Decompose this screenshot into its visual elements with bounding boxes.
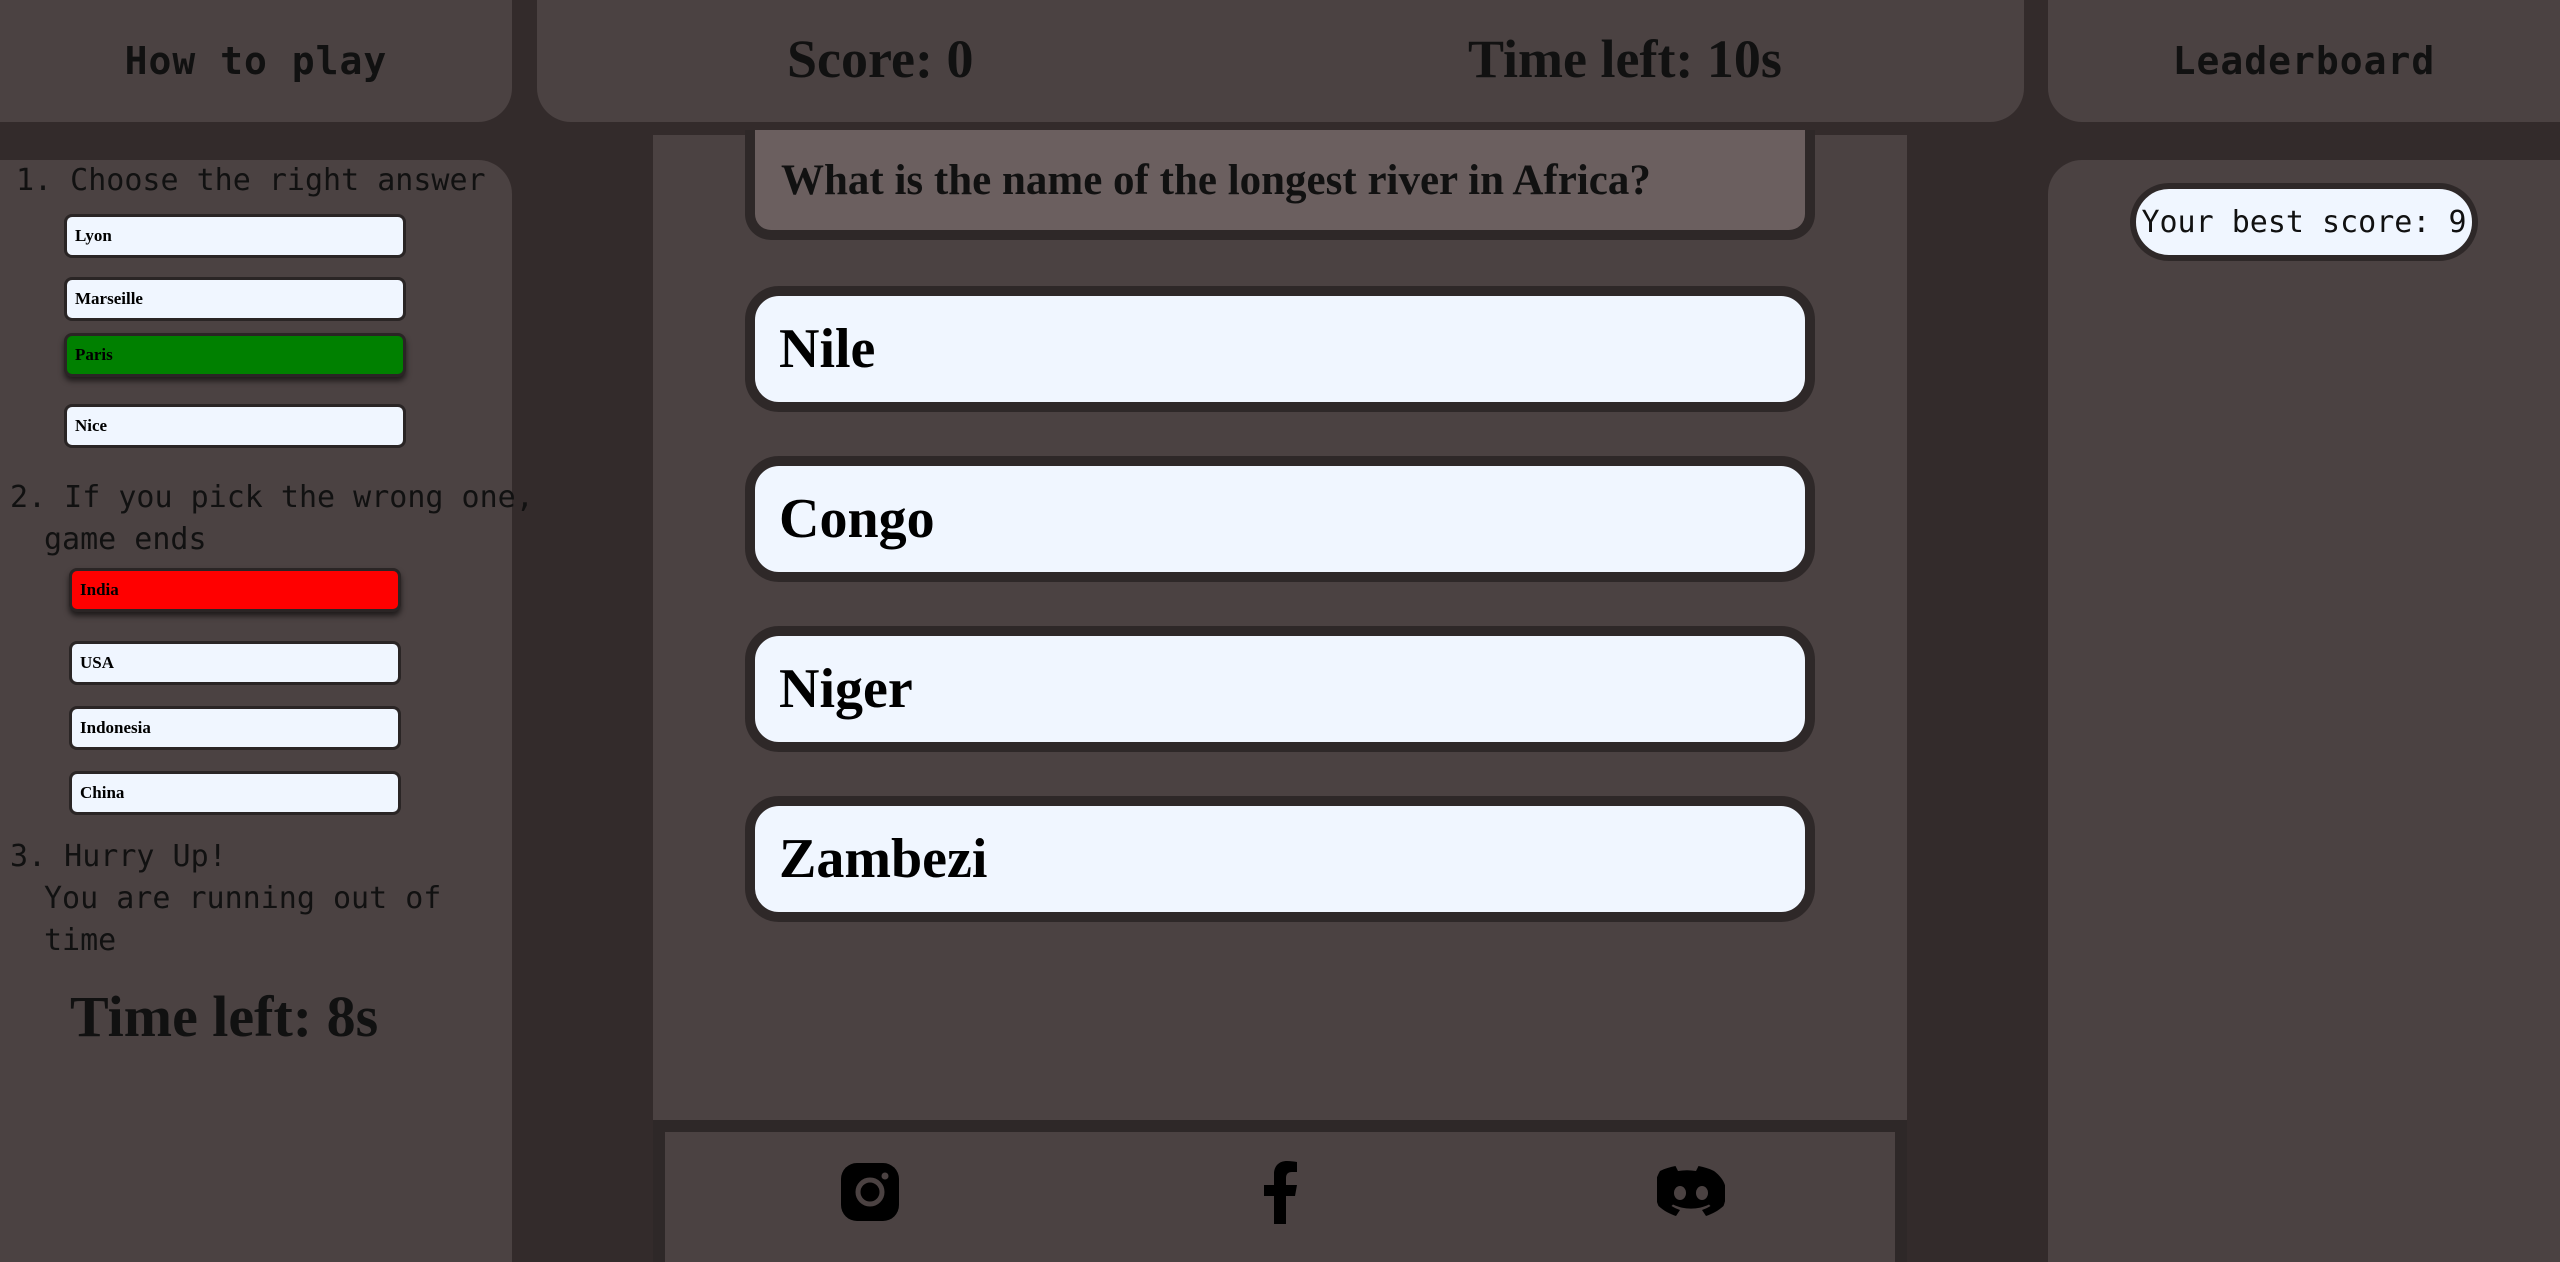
how-to-play-header: How to play [0,0,512,122]
example-option-paris-correct: Paris [64,333,406,377]
answer-button-4[interactable]: Zambezi [745,796,1815,922]
example-option-marseille: Marseille [64,277,406,321]
answer-button-3[interactable]: Niger [745,626,1815,752]
step-1-text: 1. Choose the right answer [16,163,486,198]
score-display: Score: 0 [787,29,974,89]
example-option-indonesia: Indonesia [69,706,401,750]
example-option-usa: USA [69,641,401,685]
answer-button-2[interactable]: Congo [745,456,1815,582]
question-text: What is the name of the longest river in… [745,130,1815,240]
step-3-line-1: 3. Hurry Up! [10,839,227,874]
answer-button-1[interactable]: Nile [745,286,1815,412]
facebook-icon[interactable] [1248,1160,1312,1224]
leaderboard-panel [2048,160,2560,1262]
example-option-nice: Nice [64,404,406,448]
step-3-line-2: You are running out of [44,881,442,916]
leaderboard-title: Leaderboard [2172,39,2436,83]
example-option-india-wrong: India [69,568,401,612]
leaderboard-header: Leaderboard [2048,0,2560,122]
step-2-line-1: 2. If you pick the wrong one, [10,480,534,515]
example-option-lyon: Lyon [64,214,406,258]
discord-icon[interactable] [1656,1160,1726,1224]
step-3-line-3: time [44,923,117,958]
time-left-display: Time left: 10s [1468,29,1782,89]
score-header [537,0,2024,122]
example-timer: Time left: 8s [70,984,379,1049]
how-to-play-title: How to play [124,39,388,83]
step-2-line-2: game ends [44,522,207,557]
best-score-badge: Your best score: 9 [2130,183,2478,261]
instagram-icon[interactable] [838,1160,902,1224]
example-option-china: China [69,771,401,815]
